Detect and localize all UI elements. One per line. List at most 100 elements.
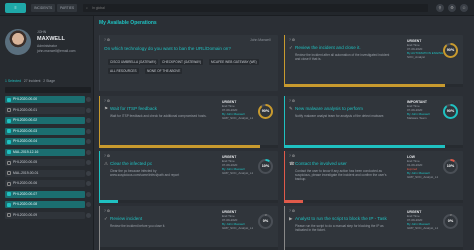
filter-incident[interactable]: 27 Incident — [24, 79, 41, 83]
checkbox[interactable] — [7, 97, 11, 102]
card-title[interactable]: Contact the involved user — [295, 161, 347, 166]
card-assignee: John Maxwell — [250, 38, 271, 42]
avatar — [5, 29, 31, 55]
operation-card[interactable]: ? ⚙ ▶ Analyst to run the script to block t… — [284, 206, 463, 250]
search-input[interactable]: ⌕ In global — [83, 4, 428, 12]
more-icon[interactable] — [86, 212, 91, 218]
checkbox[interactable] — [7, 192, 11, 196]
assigned-group: GRP_SOC_Analyst_L1 — [407, 226, 439, 230]
help-icon: ? — [104, 99, 106, 103]
checkbox[interactable] — [7, 139, 11, 144]
sidebar-item[interactable]: MAL-2019-00-01 — [5, 169, 85, 177]
more-icon[interactable] — [86, 202, 91, 207]
user-icon[interactable]: ☺ — [460, 4, 468, 12]
progress-percent: 90% — [261, 109, 270, 113]
sidebar-item[interactable]: PHI-2020-00-07 — [5, 190, 85, 198]
more-icon[interactable] — [86, 160, 91, 165]
card-title[interactable]: Review the incident and close it. — [295, 45, 361, 50]
tab-parties[interactable]: PARTIES — [57, 4, 78, 12]
settings-icon[interactable]: ⚙ — [107, 209, 110, 213]
operation-card-question[interactable]: ? ⚙ John Maxwell On which technology do … — [99, 35, 278, 91]
card-title: On which technology do you want to ban t… — [104, 46, 231, 51]
card-title[interactable]: Wait for ITSP feedback — [110, 106, 157, 111]
settings-icon[interactable]: ⚙ — [448, 4, 456, 12]
task-icon: ▶ — [289, 216, 293, 221]
sidebar-item-label: PHI-2020-00-02 — [13, 118, 38, 122]
checkbox[interactable] — [7, 108, 11, 112]
operation-card[interactable]: ? ⚙ ⚑ Wait for ITSP feedback Wait for ITSP … — [99, 96, 278, 148]
option-button[interactable]: MCAFEE WEB GATEWAY (WE) — [209, 59, 259, 65]
option-button[interactable]: NONE OF THE ABOVE — [145, 68, 183, 74]
checkbox[interactable] — [7, 129, 11, 133]
settings-icon[interactable]: ⚙ — [292, 154, 295, 158]
checkbox[interactable] — [7, 202, 11, 207]
more-icon[interactable] — [86, 191, 91, 197]
assigned-group: SOC_Analyst — [407, 55, 426, 59]
assigned-group: GRP_SOC_Analyst_L1 — [222, 116, 254, 120]
more-icon[interactable] — [86, 170, 91, 176]
checkbox[interactable] — [7, 118, 11, 123]
checkbox[interactable] — [7, 160, 11, 165]
settings-icon[interactable]: ⚙ — [107, 99, 110, 103]
filter-icon[interactable]: ⚲ — [436, 4, 444, 12]
sidebar-item[interactable]: PHI-2020-00-01 — [5, 106, 85, 114]
more-icon[interactable] — [86, 97, 91, 102]
checkbox[interactable] — [7, 181, 11, 186]
checkbox[interactable] — [7, 213, 11, 217]
operation-card[interactable]: ? ⚙ ✓ Review incident Review the incident b… — [99, 206, 278, 250]
operation-card[interactable]: ? ⚙ ✓ Review the incident and close it. Rev… — [284, 35, 463, 87]
sidebar-item[interactable]: PHI-2020-00-02 — [5, 117, 85, 124]
more-icon[interactable] — [86, 181, 91, 186]
settings-icon[interactable]: ⚙ — [292, 99, 295, 103]
card-title[interactable]: New malware analysis to perform — [295, 106, 363, 111]
menu-icon[interactable]: ≡ — [5, 3, 26, 13]
task-icon: ⚠ — [104, 161, 109, 166]
option-button[interactable]: CISCO UMBRELLA (GATEWAY) — [108, 59, 159, 65]
sidebar-item-label: PHI-2020-00-01 — [13, 107, 38, 112]
sidebar-item[interactable]: PHI-2020-00-03 — [5, 127, 85, 135]
card-header: ? ⚙ — [289, 99, 295, 103]
sidebar-item-label: PHI-2020-00-04 — [13, 139, 38, 143]
sidebar-item-label: MAL-2019-00-01 — [13, 170, 39, 175]
filter-select[interactable] — [5, 87, 91, 93]
more-icon[interactable] — [86, 118, 91, 123]
option-button[interactable]: CHECKPOINT (GATEWAY) — [160, 59, 204, 65]
card-title[interactable]: Clear the infected pc — [110, 161, 152, 166]
settings-icon[interactable]: ⚙ — [292, 209, 295, 213]
user-first-name: JOHN — [37, 30, 47, 34]
filter-tabs: 1 Selected 27 Incident 2 Stage — [5, 79, 55, 83]
sidebar-item[interactable]: PHI-2020-00-08 — [5, 201, 85, 208]
sidebar-item[interactable]: PHI-2020-00-06 — [5, 180, 85, 187]
sidebar-item[interactable]: PHI-2020-00-05 — [5, 159, 85, 166]
card-header: ? ⚙ — [104, 38, 110, 42]
page-title: My Available Operations — [99, 20, 157, 26]
operation-card[interactable]: ? ⚙ ✎ New malware analysis to perform Notif… — [284, 96, 463, 148]
filter-stage[interactable]: 2 Stage — [43, 79, 55, 83]
tab-incidents[interactable]: INCIDENTS — [31, 4, 56, 12]
operation-card[interactable]: ? ⚙ ⚠ Clear the infected pc Clear the pc be… — [99, 151, 278, 203]
card-title[interactable]: Analyst to run the script to block the I… — [295, 216, 387, 221]
option-button[interactable]: ALL RESOURCES — [108, 68, 139, 74]
progress-gauge: 10% — [443, 159, 458, 174]
card-title[interactable]: Review incident — [110, 216, 142, 221]
progress-gauge: 0% — [258, 214, 273, 229]
more-icon[interactable] — [86, 107, 91, 113]
operation-card[interactable]: ? ⚙ ☎ Contact the involved user Contact the… — [284, 151, 463, 203]
more-icon[interactable] — [86, 149, 91, 155]
checkbox[interactable] — [7, 171, 11, 175]
sidebar-item[interactable]: MAL-2019-12-16 — [5, 148, 85, 156]
more-icon[interactable] — [86, 128, 91, 134]
settings-icon[interactable]: ⚙ — [107, 154, 110, 158]
sidebar-item[interactable]: PHI-2020-00-09 — [5, 211, 85, 219]
progress-fill — [285, 200, 303, 203]
settings-icon[interactable]: ⚙ — [292, 38, 295, 42]
more-icon[interactable] — [86, 139, 91, 144]
filter-selected[interactable]: 1 Selected — [5, 79, 21, 83]
card-description: Notify malware analyst team for analysis… — [295, 114, 385, 118]
progress-percent: 10% — [446, 164, 455, 168]
settings-icon[interactable]: ⚙ — [107, 38, 110, 42]
help-icon: ? — [289, 209, 291, 213]
sidebar-item[interactable]: PHI-2020-00-00 — [5, 96, 85, 103]
checkbox[interactable] — [7, 150, 11, 154]
sidebar-item[interactable]: PHI-2020-00-04 — [5, 138, 85, 145]
